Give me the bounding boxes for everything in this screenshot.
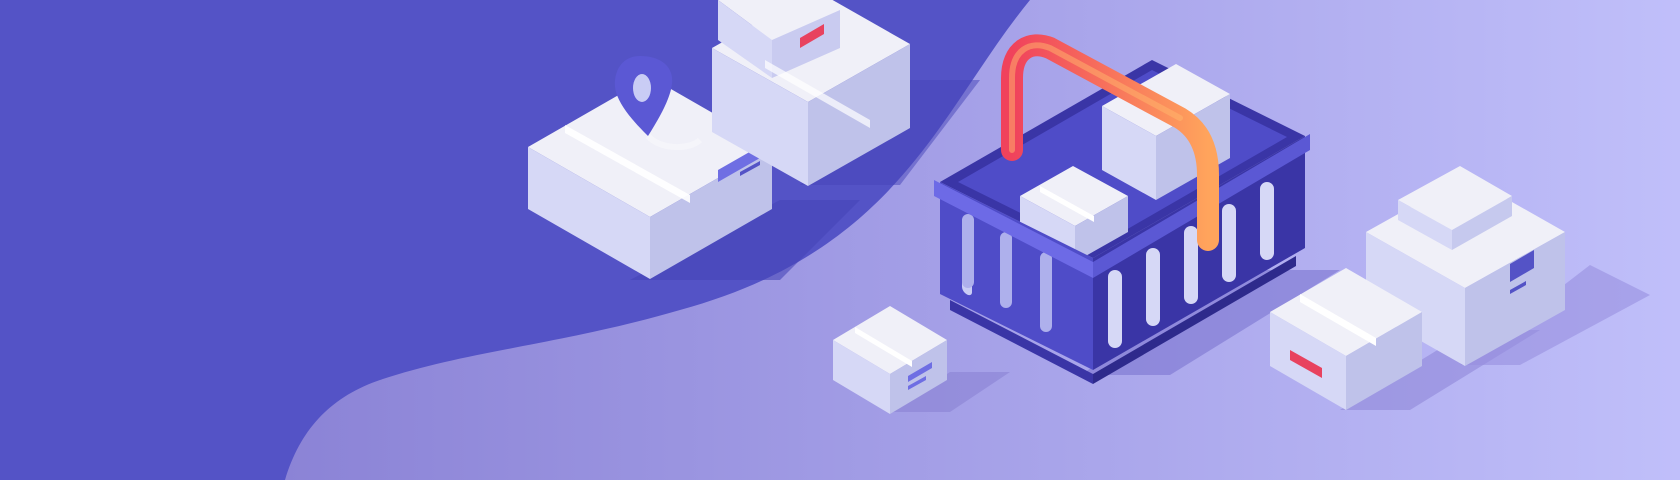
hero-illustration <box>0 0 1680 480</box>
illustration-canvas <box>0 0 1680 480</box>
